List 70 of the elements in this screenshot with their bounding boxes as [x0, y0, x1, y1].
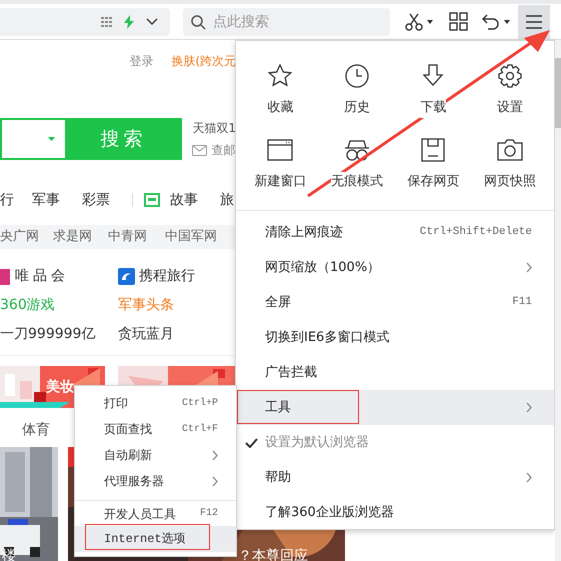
- menu-item[interactable]: 打印 Ctrl+P: [75, 390, 236, 416]
- login-link[interactable]: 登录: [129, 52, 154, 70]
- media-link[interactable]: 中青网: [108, 227, 165, 247]
- chevron-down-icon: [146, 18, 158, 25]
- camera-icon: [496, 136, 523, 162]
- chevron-right-icon: [212, 450, 218, 460]
- menu-tile[interactable]: 历史: [318, 63, 395, 133]
- banner-title: 美妆: [46, 378, 74, 397]
- menu-tile[interactable]: 下载: [395, 63, 472, 133]
- mail-icon: [192, 144, 208, 156]
- menu-item[interactable]: 清除上网痕迹 Ctrl+Shift+Delete: [236, 215, 554, 250]
- site-link[interactable]: 携程旅行: [139, 266, 195, 287]
- media-link[interactable]: 求是网: [53, 227, 108, 247]
- chevron-right-icon: [212, 476, 218, 486]
- menu-tile[interactable]: 无痕模式: [318, 136, 395, 206]
- grid-icon: [101, 16, 112, 26]
- media-link[interactable]: 中国军网: [165, 227, 217, 247]
- nav-link[interactable]: 军事: [32, 190, 82, 210]
- caret-icon: [427, 20, 433, 24]
- site-link[interactable]: 一刀999999亿: [0, 324, 96, 345]
- menu-item[interactable]: 页面查找 Ctrl+F: [75, 416, 236, 442]
- scissors-icon: [405, 12, 423, 30]
- chevron-right-icon: [526, 472, 532, 483]
- menu-item[interactable]: 了解360企业版浏览器: [236, 495, 554, 530]
- book-icon: [144, 193, 160, 207]
- menu-tile[interactable]: 保存网页: [395, 136, 472, 206]
- nav-link[interactable]: 故事: [170, 190, 220, 210]
- grid-icon: [449, 12, 468, 31]
- screenshot-button[interactable]: [405, 12, 433, 30]
- menu-item[interactable]: 广告拦截: [236, 355, 554, 390]
- menu-tile[interactable]: 新建窗口: [242, 136, 318, 206]
- nav-link[interactable]: 旅: [220, 190, 234, 210]
- floppy-icon: [420, 136, 446, 162]
- chevron-right-icon: [526, 262, 532, 273]
- nav-link[interactable]: 彩票: [82, 190, 132, 210]
- site-link[interactable]: 唯品会: [15, 266, 69, 287]
- menu-item[interactable]: 代理服务器: [75, 468, 236, 494]
- menu-tile[interactable]: 收藏: [242, 63, 318, 133]
- media-link[interactable]: 央广网: [0, 227, 53, 247]
- star-icon: [267, 63, 294, 89]
- menu-tile[interactable]: 网页快照: [472, 136, 548, 206]
- menu-item[interactable]: 帮助: [236, 460, 554, 495]
- check-icon: [245, 438, 258, 448]
- mail-link[interactable]: 查邮: [211, 141, 236, 159]
- menu-button[interactable]: [518, 4, 550, 38]
- clock-icon: [344, 63, 370, 89]
- nav-link[interactable]: 行: [0, 190, 32, 210]
- chevron-right-icon: [526, 402, 532, 413]
- menu-tile[interactable]: 设置: [472, 63, 548, 133]
- menu-item[interactable]: 自动刷新: [75, 442, 236, 468]
- promo-link[interactable]: 天猫双1: [192, 119, 236, 137]
- menu-item[interactable]: 工具: [236, 390, 554, 425]
- menu-item[interactable]: 切换到IE6多窗口模式: [236, 320, 554, 355]
- caret-icon: [48, 137, 55, 141]
- undo-icon: [482, 14, 500, 30]
- undo-button[interactable]: [482, 14, 510, 30]
- grid-button[interactable]: [449, 12, 468, 31]
- menu-item[interactable]: 网页缩放（100%）: [236, 250, 554, 285]
- search-field[interactable]: 点此搜索: [183, 8, 390, 36]
- lightning-icon: [124, 14, 134, 28]
- caret-icon: [504, 20, 510, 24]
- search-icon: [191, 14, 206, 30]
- site-link[interactable]: 贪玩蓝月: [118, 324, 174, 345]
- menu-item[interactable]: Internet选项: [75, 526, 236, 552]
- menu-icon: [526, 14, 542, 28]
- window-icon: [267, 136, 294, 162]
- brand-icon: [0, 268, 10, 284]
- category-tab[interactable]: 体育: [22, 420, 50, 441]
- settings-icon: [496, 63, 523, 89]
- menu-item[interactable]: 全屏 F11: [236, 285, 554, 320]
